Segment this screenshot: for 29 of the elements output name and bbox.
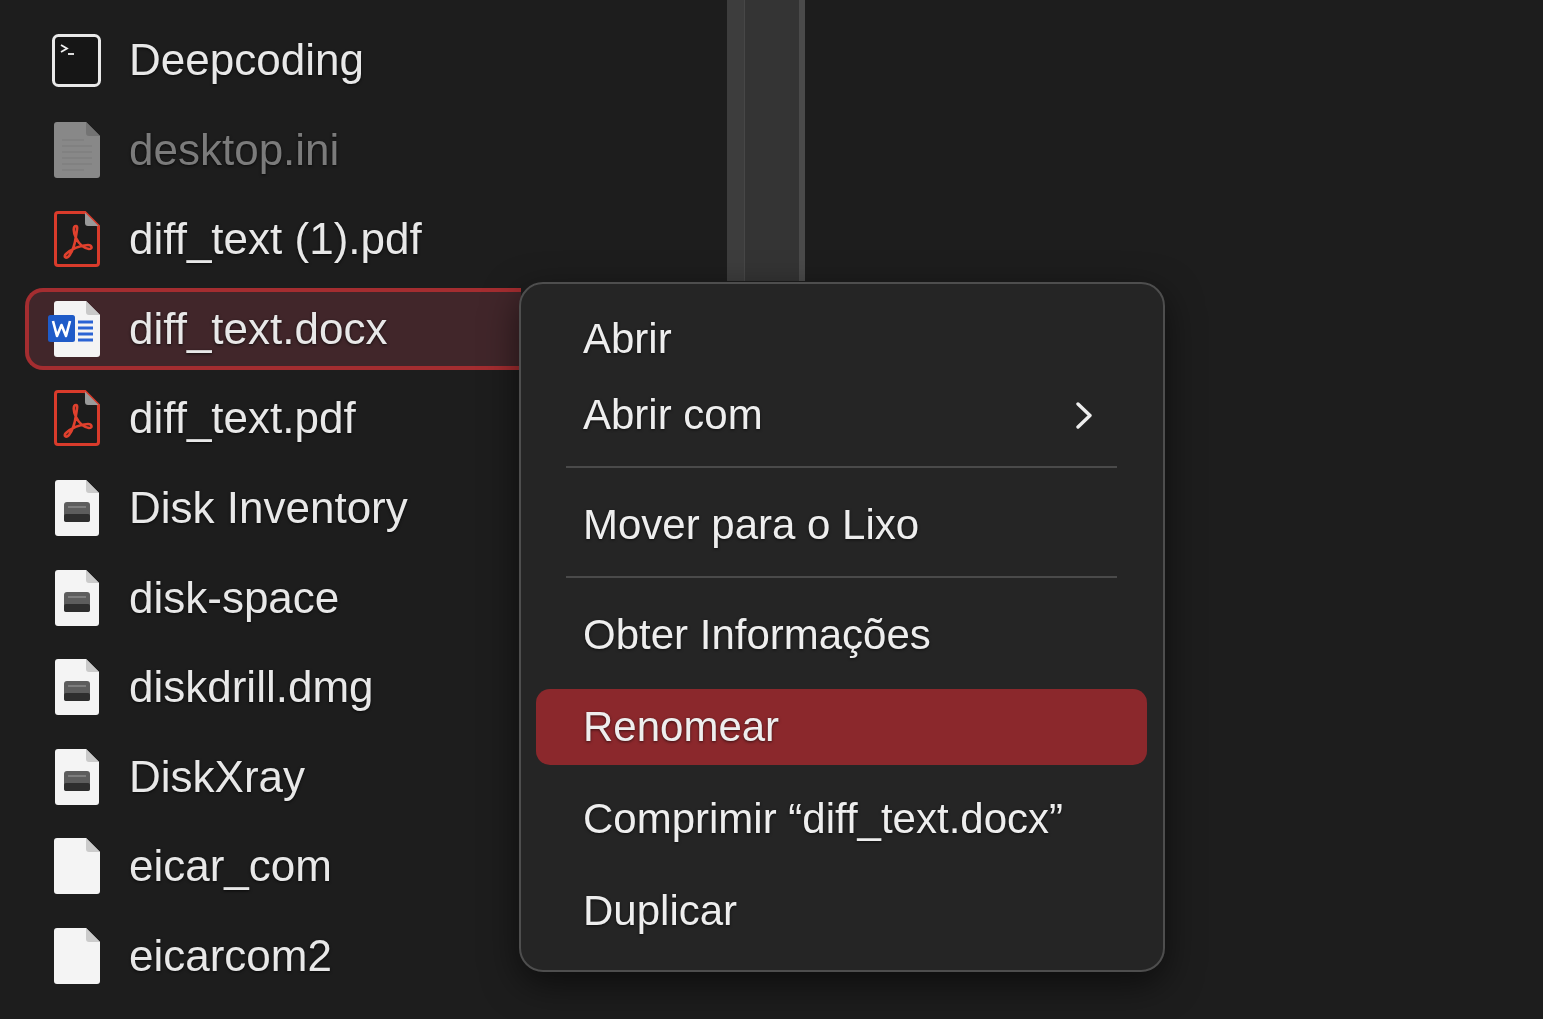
file-list-item[interactable]: eicar_com bbox=[25, 825, 521, 908]
drive-document-icon bbox=[55, 748, 99, 805]
file-list-item[interactable]: eicarcom2 bbox=[25, 914, 521, 997]
menu-item[interactable]: Duplicar bbox=[536, 873, 1147, 949]
pdf-file-icon bbox=[54, 211, 100, 268]
pdf-file-icon bbox=[54, 390, 100, 447]
word-document-icon bbox=[48, 300, 100, 357]
file-list-item[interactable]: Deepcoding bbox=[25, 19, 521, 101]
file-list-item[interactable]: diff_text.docx bbox=[25, 287, 521, 370]
drive-document-icon bbox=[55, 659, 99, 716]
file-list-item[interactable]: Disk Inventory bbox=[25, 466, 521, 549]
menu-item[interactable]: Comprimir “diff_text.docx” bbox=[536, 781, 1147, 857]
document-icon bbox=[54, 927, 100, 984]
drive-document-icon bbox=[55, 569, 99, 626]
file-list-item[interactable]: diff_text.pdf bbox=[25, 377, 521, 460]
menu-item[interactable]: Abrir com bbox=[536, 377, 1147, 453]
terminal-icon bbox=[52, 33, 101, 87]
menu-item[interactable]: Renomear bbox=[536, 689, 1147, 765]
menu-item[interactable]: Mover para o Lixo bbox=[536, 487, 1147, 563]
menu-item[interactable]: Obter Informações bbox=[536, 597, 1147, 673]
file-list-item[interactable]: DiskXray bbox=[25, 735, 521, 818]
document-icon bbox=[54, 838, 100, 895]
document-icon bbox=[54, 121, 100, 178]
menu-item[interactable]: Abrir bbox=[536, 301, 1147, 377]
drive-document-icon bbox=[55, 479, 99, 536]
file-list-item[interactable]: disk-space bbox=[25, 556, 521, 639]
file-list-item[interactable]: diff_text (1).pdf bbox=[25, 198, 521, 281]
file-list-item[interactable]: diskdrill.dmg bbox=[25, 646, 521, 729]
file-list-item[interactable]: desktop.ini bbox=[25, 108, 521, 191]
